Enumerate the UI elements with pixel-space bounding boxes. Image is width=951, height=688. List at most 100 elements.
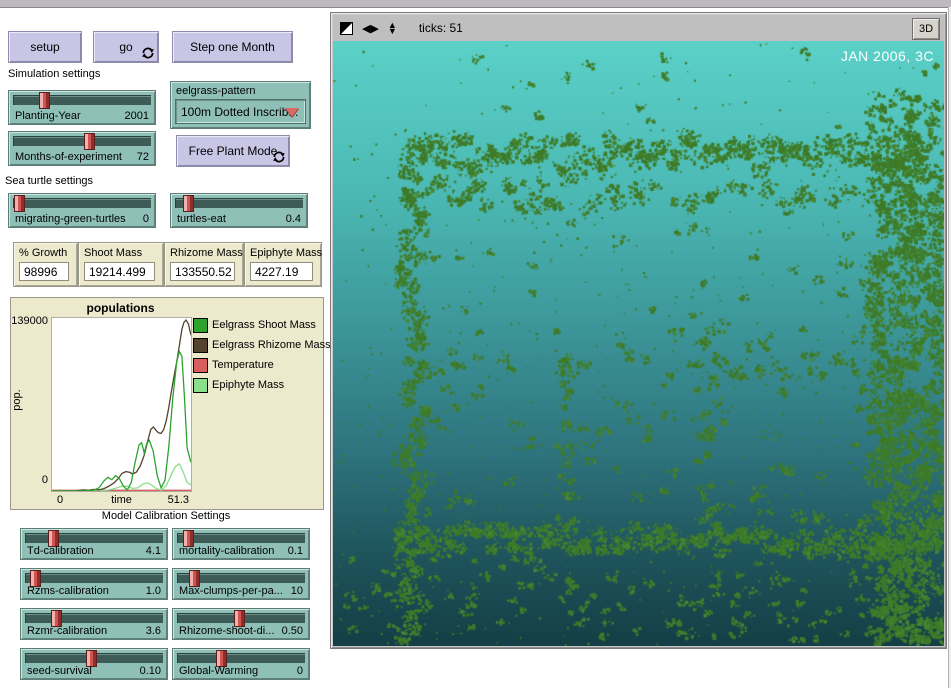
world-view[interactable]: JAN 2006, 3C [333, 41, 944, 646]
slider-label: Td-calibration [27, 545, 94, 557]
simulation-settings-heading: Simulation settings [8, 68, 100, 80]
monitor-label: Rhizome Mass [170, 247, 243, 259]
slider-track[interactable] [177, 653, 305, 663]
ticks-counter: ticks: 51 [419, 21, 463, 35]
model-calibration-heading: Model Calibration Settings [10, 510, 322, 522]
world-canvas[interactable] [333, 41, 944, 646]
slider-value: 72 [137, 151, 149, 163]
x-axis-max-label: 51.3 [168, 494, 189, 506]
step-one-month-button[interactable]: Step one Month [172, 31, 293, 63]
slider-value: 0 [143, 213, 149, 225]
legend-label: Eelgrass Rhizome Mass [212, 339, 331, 351]
monitor-value: 4227.19 [250, 262, 313, 281]
monitor-rhizome-mass: Rhizome Mass 133550.52 [164, 242, 244, 287]
slider-label: turtles-eat [177, 213, 226, 225]
slider-track[interactable] [25, 573, 163, 583]
window-top-strip [0, 0, 951, 8]
slider-value: 10 [291, 585, 303, 597]
dropdown-triangle-icon [285, 108, 299, 117]
slider-mortality-calibration[interactable]: mortality-calibration0.1 [172, 528, 310, 560]
legend-label: Temperature [212, 359, 274, 371]
y-axis-min-label: 0 [11, 474, 48, 486]
slider-turtles-eat[interactable]: turtles-eat 0.4 [170, 193, 308, 228]
step-one-month-label: Step one Month [190, 40, 275, 54]
legend-label: Eelgrass Shoot Mass [212, 319, 316, 331]
slider-rzms-calibration[interactable]: Rzms-calibration 1.0 [20, 568, 168, 600]
slider-track[interactable] [13, 95, 151, 105]
slider-label: Rzms-calibration [27, 585, 109, 597]
slider-label: Rhizome-shoot-di... [179, 625, 274, 637]
slider-rhizome-shoot-ratio[interactable]: Rhizome-shoot-di... 0.50 [172, 608, 310, 640]
slider-track[interactable] [25, 533, 163, 543]
horizontal-arrows-icon[interactable]: ◀▶ [362, 22, 379, 35]
slider-handle[interactable] [183, 195, 194, 212]
legend-item: Eelgrass Shoot Mass [193, 315, 331, 335]
monitor-epiphyte-mass: Epiphyte Mass 4227.19 [244, 242, 322, 287]
legend-item: Eelgrass Rhizome Mass [193, 335, 331, 355]
slider-value: 0.4 [286, 213, 301, 225]
populations-plot: populations 139000 0 pop. 0 time 51.3 Ee… [10, 297, 324, 510]
monitor-label: % Growth [19, 247, 67, 259]
monitor-label: Shoot Mass [84, 247, 142, 259]
slider-label: Global-Warming [179, 665, 258, 677]
slider-planting-year[interactable]: Planting-Year 2001 [8, 90, 156, 125]
world-view-widget: ◀▶ ▲▼ ticks: 51 3D JAN 2006, 3C [330, 12, 947, 649]
go-button[interactable]: go [93, 31, 159, 63]
legend-swatch-rhizome-mass [193, 338, 208, 353]
slider-migrating-green-turtles[interactable]: migrating-green-turtles0 [8, 193, 156, 228]
y-axis-max-label: 139000 [11, 315, 48, 327]
legend-swatch-temperature [193, 358, 208, 373]
slider-label: Months-of-experiment [15, 151, 122, 163]
view-size-icon[interactable] [340, 22, 353, 35]
plot-canvas [51, 317, 192, 492]
date-temperature-overlay: JAN 2006, 3C [841, 48, 934, 64]
slider-track[interactable] [13, 136, 151, 146]
monitor-value: 133550.52 [170, 262, 235, 281]
chooser-label: eelgrass-pattern [176, 85, 256, 97]
slider-label: Max-clumps-per-pa... [179, 585, 283, 597]
slider-value: 3.6 [146, 625, 161, 637]
3d-button[interactable]: 3D [912, 18, 940, 40]
slider-value: 0.50 [282, 625, 303, 637]
slider-td-calibration[interactable]: Td-calibration 4.1 [20, 528, 168, 560]
plot-lines [52, 318, 191, 491]
slider-rzmr-calibration[interactable]: Rzmr-calibration 3.6 [20, 608, 168, 640]
slider-max-clumps-per-patch[interactable]: Max-clumps-per-pa... 10 [172, 568, 310, 600]
eelgrass-pattern-chooser[interactable]: eelgrass-pattern 100m Dotted Inscrib... [170, 81, 311, 129]
slider-handle[interactable] [14, 195, 25, 212]
legend-swatch-shoot-mass [193, 318, 208, 333]
view-header-bar: ◀▶ ▲▼ ticks: 51 3D [333, 15, 944, 42]
free-plant-mode-label: Free Plant Mode [189, 144, 278, 158]
monitor-percent-growth: % Growth 98996 [13, 242, 78, 287]
slider-seed-survival[interactable]: seed-survival0.10 [20, 648, 168, 680]
slider-track[interactable] [25, 613, 163, 623]
forever-loop-icon [142, 47, 154, 59]
slider-track[interactable] [177, 533, 305, 543]
slider-global-warming[interactable]: Global-Warming0 [172, 648, 310, 680]
vertical-arrows-icon[interactable]: ▲▼ [388, 22, 397, 34]
legend-swatch-epiphyte-mass [193, 378, 208, 393]
setup-button[interactable]: setup [8, 31, 82, 63]
monitor-value: 19214.499 [84, 262, 155, 281]
monitor-label: Epiphyte Mass [250, 247, 322, 259]
slider-label: seed-survival [27, 665, 92, 677]
slider-value: 0.1 [288, 545, 303, 557]
sea-turtle-settings-heading: Sea turtle settings [5, 175, 93, 187]
slider-track[interactable] [13, 198, 151, 208]
slider-months-of-experiment[interactable]: Months-of-experiment 72 [8, 131, 156, 166]
slider-value: 2001 [125, 110, 149, 122]
free-plant-mode-button[interactable]: Free Plant Mode [176, 135, 290, 167]
slider-value: 4.1 [146, 545, 161, 557]
monitor-value: 98996 [19, 262, 69, 281]
monitor-shoot-mass: Shoot Mass 19214.499 [78, 242, 164, 287]
chooser-dropdown[interactable]: 100m Dotted Inscrib... [175, 99, 306, 124]
legend-item: Epiphyte Mass [193, 375, 331, 395]
setup-button-label: setup [30, 40, 59, 54]
slider-label: Rzmr-calibration [27, 625, 107, 637]
slider-handle[interactable] [39, 92, 50, 109]
slider-handle[interactable] [84, 133, 95, 150]
slider-value: 1.0 [146, 585, 161, 597]
slider-label: Planting-Year [15, 110, 81, 122]
go-button-label: go [119, 40, 132, 54]
slider-track[interactable] [175, 198, 303, 208]
